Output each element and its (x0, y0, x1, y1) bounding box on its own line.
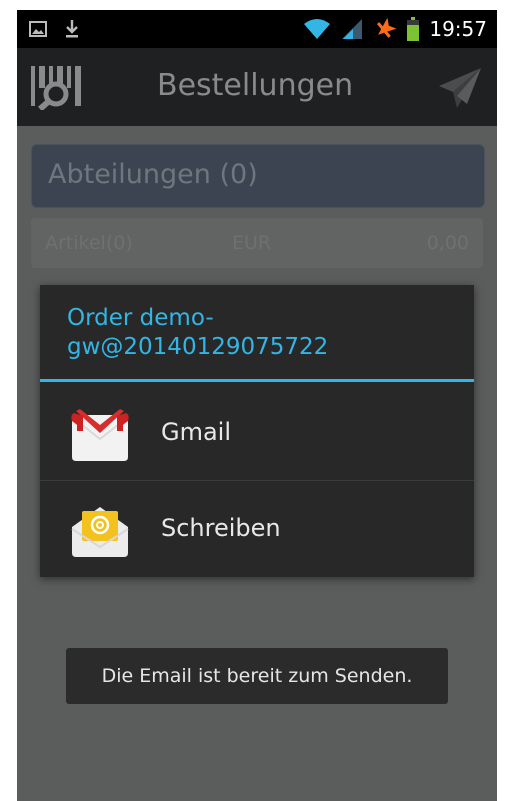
dialog-title: Order demo-gw@20140129075722 (67, 305, 329, 360)
download-icon (66, 20, 78, 38)
order-total: 0,00 (426, 232, 469, 254)
airplane-mode-icon (377, 17, 397, 38)
share-option-schreiben[interactable]: Schreiben (40, 481, 474, 577)
barcode-scanner-logo-icon[interactable] (29, 64, 93, 110)
page-title: Bestellungen (157, 68, 354, 103)
departments-button[interactable]: Abteilungen (0) (31, 144, 485, 208)
dialog-title-divider (40, 379, 474, 382)
share-option-gmail[interactable]: Gmail (40, 385, 474, 481)
status-bar: 19:57 (17, 10, 497, 48)
toast-message: Die Email ist bereit zum Senden. (66, 648, 448, 704)
order-summary-row: Artikel(0) EUR 0,00 (31, 218, 483, 268)
wifi-icon (304, 19, 331, 39)
articles-count: Artikel(0) (45, 232, 133, 254)
signal-icon (342, 19, 363, 39)
email-compose-icon (71, 507, 129, 557)
toast-text: Die Email ist bereit zum Senden. (101, 665, 413, 687)
departments-label: Abteilungen (0) (48, 159, 258, 190)
gmail-icon (71, 409, 129, 461)
action-bar: Bestellungen (17, 48, 497, 126)
screen: 19:57 Bestellungen Abteilungen (0) Artik… (17, 10, 497, 801)
image-notification-icon (29, 21, 47, 37)
currency-label: EUR (232, 232, 272, 254)
share-chooser-dialog: Order demo-gw@20140129075722 Gmail Schre… (40, 285, 474, 577)
share-option-label: Gmail (161, 418, 232, 446)
share-option-label: Schreiben (161, 514, 281, 542)
send-paper-plane-icon[interactable] (437, 66, 483, 110)
status-clock: 19:57 (429, 17, 487, 41)
battery-icon (407, 17, 420, 41)
